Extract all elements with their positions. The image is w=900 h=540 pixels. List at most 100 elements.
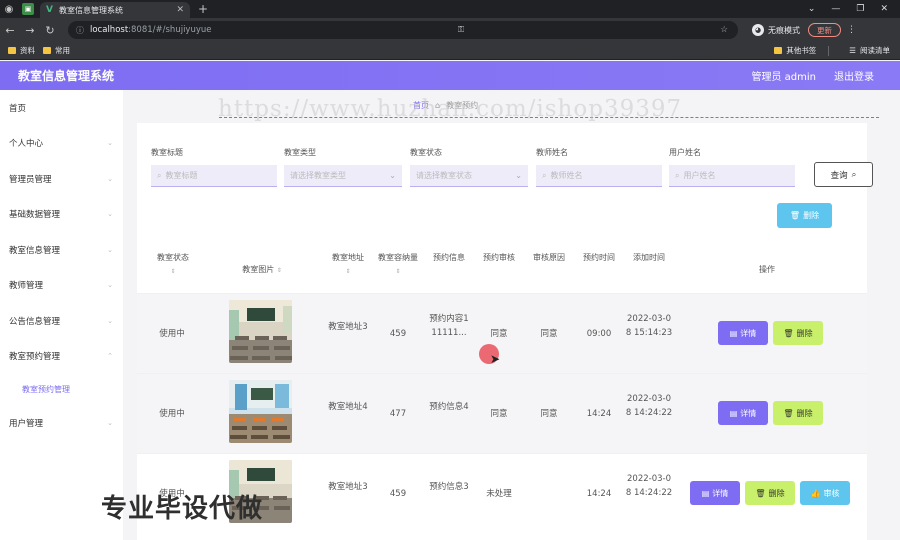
app-title: 教室信息管理系统 (18, 69, 115, 83)
th-info[interactable]: 预约信息 (426, 251, 472, 264)
detail-icon: ▤ (701, 488, 710, 498)
bookmark-other[interactable]: 其他书签 (774, 45, 816, 56)
delete-button[interactable]: 🗑 删除 (773, 401, 823, 425)
classroom-image[interactable] (229, 380, 292, 443)
url-input[interactable]: ⓘ localhost :8081/#/shujiyuyue ⚿ ☆ (68, 21, 738, 39)
detail-button[interactable]: ▤ 详情 (718, 401, 768, 425)
th-address[interactable]: 教室地址 ⇕ (327, 251, 369, 278)
logout-link[interactable]: 退出登录 (834, 68, 874, 83)
tab-search-icon[interactable]: ⌄ (808, 4, 816, 14)
review-label: 审核 (823, 488, 840, 498)
restore-icon[interactable]: ❐ (856, 4, 864, 14)
th-label: 教室图片 (242, 265, 275, 274)
sidebar-item-notices[interactable]: 公告信息管理 ⌄ (0, 303, 123, 339)
sidebar-item-teachers[interactable]: 教师管理 ⌄ (0, 268, 123, 304)
new-tab-icon[interactable]: + (198, 2, 208, 16)
th-added[interactable]: 添加时间 (627, 251, 671, 264)
th-capacity[interactable]: 教室容纳量 ⇕ (377, 251, 419, 278)
th-label: 审核原因 (533, 253, 565, 262)
watermark-url: https://www.huzhan.com/ishop39397 (218, 96, 683, 122)
bookmark-label: 资料 (20, 46, 35, 55)
window-close-icon[interactable]: ✕ (880, 4, 888, 14)
window-controls: ⌄ — ❐ ✕ (808, 4, 900, 14)
sidebar-subitem-reservation-manage[interactable]: 教室预约管理 (0, 374, 123, 405)
browser-tab-active[interactable]: V 教室信息管理系统 ✕ (40, 2, 190, 18)
filter-user-input[interactable]: ⌕ 用户姓名 (669, 165, 795, 187)
bookmark-star-icon[interactable]: ☆ (720, 25, 728, 35)
forward-icon[interactable]: → (20, 24, 40, 37)
cell-audit: 未处理 (486, 489, 512, 499)
password-key-icon[interactable]: ⚿ (458, 25, 464, 35)
filter-status-select[interactable]: 请选择教室状态 ⌄ (410, 165, 528, 187)
detail-label: 详情 (740, 328, 757, 338)
back-icon[interactable]: ← (0, 24, 20, 37)
filter-teacher-placeholder: 教师姓名 (550, 171, 583, 180)
th-image[interactable]: 教室图片 ⇕ (232, 263, 292, 277)
th-reason[interactable]: 审核原因 (527, 251, 571, 264)
chevron-down-icon: ⌄ (107, 281, 113, 290)
th-label: 预约审核 (483, 253, 515, 262)
detail-button[interactable]: ▤ 详情 (690, 481, 740, 505)
cell-added: 2022-03-08 15:14:23 (625, 314, 673, 338)
minimize-icon[interactable]: — (831, 4, 840, 14)
chevron-down-icon: ⌄ (107, 418, 113, 427)
reading-list[interactable]: ☰ 阅读清单 (849, 45, 890, 56)
query-button[interactable]: 查询 ⌕ (814, 162, 873, 187)
table-row[interactable]: 使用中 教室地址4 477 预约信息4 同意 同意 14:24 2022-03-… (137, 373, 867, 453)
bookmark-folder-changyong[interactable]: 常用 (43, 45, 70, 56)
cell-time: 14:24 (586, 409, 612, 419)
bookmark-label: 其他书签 (786, 46, 817, 55)
browser-menu-icon[interactable]: ◉ (0, 0, 18, 18)
pinned-tab-icon[interactable]: ▣ (22, 3, 34, 15)
batch-delete-button[interactable]: 🗑 删除 (777, 203, 832, 228)
incognito-label: 无痕模式 (768, 25, 800, 35)
th-status[interactable]: 教室状态 ⇕ (151, 251, 195, 278)
classroom-image[interactable] (229, 300, 292, 363)
cell-time: 14:24 (586, 489, 612, 499)
sidebar-item-label: 管理员管理 (9, 174, 52, 185)
mouse-cursor-icon: ➤ (490, 352, 501, 366)
filter-title-input[interactable]: ⌕ 教室标题 (151, 165, 277, 187)
bookmark-folder-ziliao[interactable]: 资料 (8, 45, 35, 56)
cell-added: 2022-03-08 14:24:22 (625, 474, 673, 498)
sidebar-item-label: 基础数据管理 (9, 210, 61, 221)
sidebar-item-users[interactable]: 用户管理 ⌄ (0, 405, 123, 441)
filter-type-select[interactable]: 请选择教室类型 ⌄ (284, 165, 402, 187)
review-button[interactable]: 👍 审核 (800, 481, 850, 505)
watermark-text: 专业毕设代做 (101, 494, 264, 524)
detail-button[interactable]: ▤ 详情 (718, 321, 768, 345)
incognito-indicator[interactable]: ◕ 无痕模式 (752, 24, 800, 36)
browser-address-bar: ← → ↻ ⓘ localhost :8081/#/shujiyuyue ⚿ ☆… (0, 18, 900, 42)
sidebar-item-reservations[interactable]: 教室预约管理 ⌃ (0, 339, 123, 375)
sidebar-subitem-label: 教室预约管理 (22, 385, 70, 394)
cell-info: 预约信息3 (429, 482, 469, 492)
th-time[interactable]: 预约时间 (577, 251, 621, 264)
delete-label: 删除 (796, 328, 813, 338)
sidebar-item-label: 个人中心 (9, 139, 44, 150)
update-button[interactable]: 更新 (808, 23, 841, 37)
trash-icon: 🗑 (783, 408, 794, 418)
sidebar-item-basedata[interactable]: 基础数据管理 ⌄ (0, 197, 123, 233)
sidebar: 首页 个人中心 ⌄ 管理员管理 ⌄ 基础数据管理 ⌄ 教室信息管理 ⌄ 教师管理 ⌄ 公告… (0, 90, 123, 540)
sidebar-item-classrooms[interactable]: 教室信息管理 ⌄ (0, 232, 123, 268)
url-path: :8081/#/shujiyuyue (128, 25, 212, 35)
filter-teacher-input[interactable]: ⌕ 教师姓名 (536, 165, 662, 187)
detail-icon: ▤ (729, 408, 738, 418)
sidebar-item-home[interactable]: 首页 (0, 90, 123, 126)
filter-label-status: 教室状态 (410, 148, 442, 157)
th-audit[interactable]: 预约审核 (477, 251, 521, 264)
browser-more-icon[interactable]: ⋮ (847, 25, 856, 35)
sidebar-item-admins[interactable]: 管理员管理 ⌄ (0, 161, 123, 197)
tab-close-icon[interactable]: ✕ (176, 5, 184, 15)
filter-label-type: 教室类型 (284, 148, 316, 157)
chevron-down-icon: ⌄ (107, 139, 113, 148)
cell-capacity: 477 (389, 409, 407, 419)
reload-icon[interactable]: ↻ (40, 24, 60, 37)
delete-button[interactable]: 🗑 删除 (773, 321, 823, 345)
delete-button[interactable]: 🗑 删除 (745, 481, 795, 505)
table-row[interactable]: 使用中 教室地址3 459 预约内容111111... 同意 同意 09:00 … (137, 293, 867, 373)
chevron-up-icon: ⌃ (107, 352, 113, 361)
sidebar-item-profile[interactable]: 个人中心 ⌄ (0, 126, 123, 162)
delete-label: 删除 (796, 408, 813, 418)
site-info-icon[interactable]: ⓘ (76, 25, 84, 36)
